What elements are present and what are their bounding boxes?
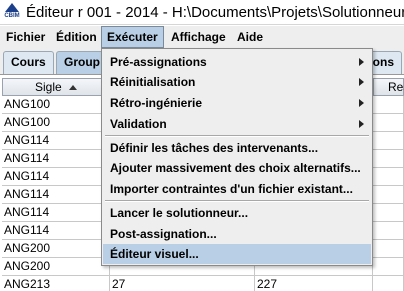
menu-item-label: Importer contraintes d'un fichier exista… bbox=[110, 182, 353, 196]
cell-res bbox=[373, 132, 404, 150]
menu-item-definir-taches[interactable]: Définir les tâches des intervenants... bbox=[103, 138, 371, 158]
menu-item-label: Ajouter massivement des choix alternatif… bbox=[110, 161, 361, 175]
window-title: Éditeur r 001 - 2014 - H:\Documents\Proj… bbox=[26, 4, 404, 21]
table-row[interactable]: ANG213 27 227 bbox=[2, 276, 404, 291]
menu-item-label: Éditeur visuel... bbox=[110, 247, 199, 261]
app-logo-icon: CBIM bbox=[4, 3, 20, 21]
menu-executer[interactable]: Exécuter bbox=[101, 26, 164, 48]
cell-res bbox=[373, 150, 404, 168]
menu-item-reinitialisation[interactable]: Réinitialisation bbox=[103, 72, 371, 92]
submenu-arrow-icon bbox=[359, 120, 364, 128]
cell-sigle: ANG114 bbox=[2, 204, 110, 222]
cell-res bbox=[373, 204, 404, 222]
sort-ascending-icon bbox=[69, 85, 78, 90]
cell-res bbox=[373, 168, 404, 186]
menu-item-validation[interactable]: Validation bbox=[103, 114, 371, 134]
menu-item-label: Lancer le solutionneur... bbox=[110, 206, 249, 220]
menu-item-editeur-visuel[interactable]: Éditeur visuel... bbox=[103, 244, 371, 264]
cell-sigle: ANG114 bbox=[2, 222, 110, 240]
menu-item-retro-ingenierie[interactable]: Rétro-ingénierie bbox=[103, 93, 371, 113]
submenu-arrow-icon bbox=[359, 58, 364, 66]
menu-item-ajouter-choix[interactable]: Ajouter massivement des choix alternatif… bbox=[103, 158, 371, 178]
menu-fichier[interactable]: Fichier bbox=[1, 26, 50, 48]
menu-aide[interactable]: Aide bbox=[232, 26, 268, 48]
column-header-sigle[interactable]: Sigle bbox=[2, 78, 110, 96]
menu-item-importer-contraintes[interactable]: Importer contraintes d'un fichier exista… bbox=[103, 179, 371, 199]
cell-sigle: ANG100 bbox=[2, 114, 110, 132]
menu-item-label: Pré-assignations bbox=[110, 55, 207, 69]
cell-sigle: ANG200 bbox=[2, 240, 110, 258]
column-header-res[interactable]: Res bbox=[373, 78, 404, 96]
submenu-arrow-icon bbox=[359, 99, 364, 107]
cell-res bbox=[373, 276, 404, 291]
cell-sigle: ANG200 bbox=[2, 258, 110, 276]
cell-res bbox=[373, 222, 404, 240]
cell-sigle: ANG213 bbox=[2, 276, 110, 291]
menu-item-label: Réinitialisation bbox=[110, 75, 196, 89]
cell-2: 27 bbox=[110, 276, 255, 291]
tab-cours[interactable]: Cours bbox=[3, 51, 54, 74]
menu-separator bbox=[105, 200, 369, 202]
cell-sigle: ANG114 bbox=[2, 168, 110, 186]
executer-dropdown-menu: Pré-assignations Réinitialisation Rétro-in… bbox=[101, 48, 373, 266]
cell-sigle: ANG114 bbox=[2, 150, 110, 168]
menu-edition[interactable]: Édition bbox=[51, 26, 102, 48]
menu-item-pre-assignations[interactable]: Pré-assignations bbox=[103, 52, 371, 72]
cell-3: 227 bbox=[255, 276, 373, 291]
menu-separator bbox=[105, 135, 369, 137]
cell-res bbox=[373, 258, 404, 276]
cell-res bbox=[373, 240, 404, 258]
title-bar: CBIM Éditeur r 001 - 2014 - H:\Documents… bbox=[0, 0, 404, 25]
menu-item-label: Post-assignation... bbox=[110, 227, 217, 241]
menu-item-lancer-solutionneur[interactable]: Lancer le solutionneur... bbox=[103, 203, 371, 223]
cell-res bbox=[373, 186, 404, 204]
cell-sigle: ANG100 bbox=[2, 96, 110, 114]
menu-item-label: Rétro-ingénierie bbox=[110, 96, 203, 110]
menu-bar: Fichier Édition Exécuter Affichage Aide bbox=[0, 26, 404, 48]
cell-sigle: ANG114 bbox=[2, 186, 110, 204]
cell-res bbox=[373, 96, 404, 114]
cell-res bbox=[373, 114, 404, 132]
menu-affichage[interactable]: Affichage bbox=[166, 26, 231, 48]
menu-item-post-assignation[interactable]: Post-assignation... bbox=[103, 224, 371, 244]
cell-sigle: ANG114 bbox=[2, 132, 110, 150]
submenu-arrow-icon bbox=[359, 78, 364, 86]
menu-item-label: Définir les tâches des intervenants... bbox=[110, 141, 319, 155]
menu-item-label: Validation bbox=[110, 117, 167, 131]
